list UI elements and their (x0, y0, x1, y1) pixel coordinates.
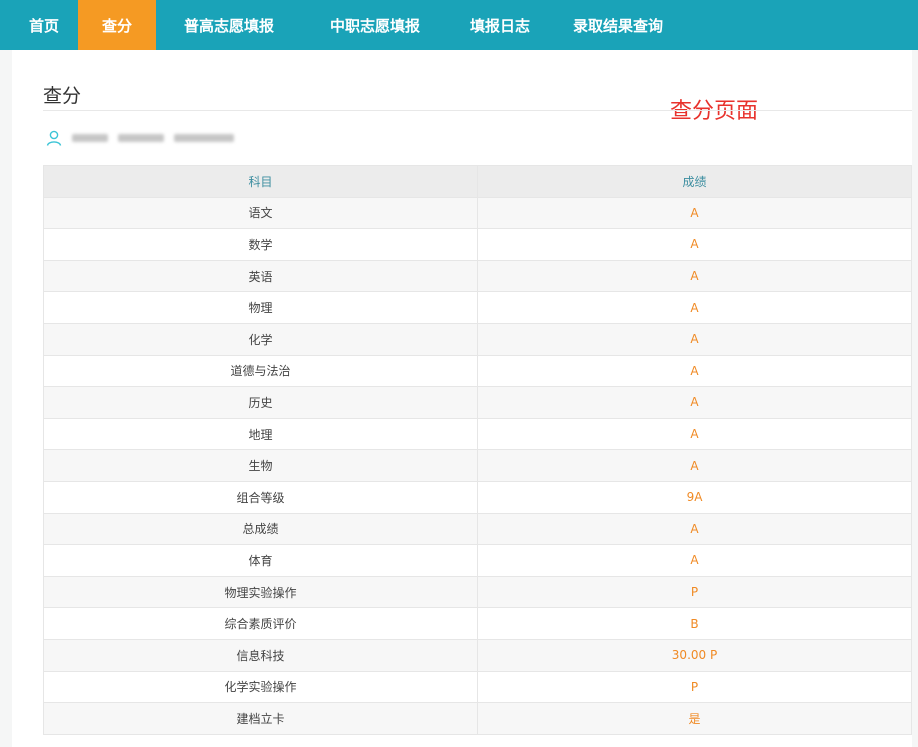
nav-item-home[interactable]: 首页 (10, 0, 78, 50)
score-cell: A (477, 259, 912, 293)
subject-cell: 语文 (43, 196, 478, 230)
table-row: 道德与法治 A (43, 354, 912, 388)
table-row: 历史 A (43, 386, 912, 419)
table-row: 化学 A (43, 322, 912, 356)
table-row: 信息科技 30.00 P (43, 638, 912, 672)
table-row: 物理 A (43, 291, 912, 324)
table-row: 物理实验操作 P (43, 575, 912, 609)
subject-cell: 化学 (43, 322, 478, 356)
subject-cell: 信息科技 (43, 638, 478, 672)
subject-cell: 道德与法治 (43, 354, 478, 388)
table-row: 地理 A (43, 417, 912, 451)
score-cell: A (477, 354, 912, 388)
subject-cell: 历史 (43, 386, 478, 419)
score-table: 科目 成绩 语文 A 数学 A 英语 A 物理 A 化学 A 道德与法治 A 历史 A 地理 A… (43, 165, 912, 735)
table-row: 英语 A (43, 259, 912, 293)
redacted-id (118, 134, 164, 142)
table-row: 数学 A (43, 228, 912, 261)
nav-item-admission-result-query[interactable]: 录取结果查询 (552, 0, 684, 50)
table-row: 组合等级 9A (43, 480, 912, 514)
score-cell: A (477, 386, 912, 419)
score-cell: A (477, 512, 912, 546)
subject-cell: 建档立卡 (43, 702, 478, 735)
score-cell: 30.00 P (477, 638, 912, 672)
subject-cell: 数学 (43, 228, 478, 261)
table-row: 总成绩 A (43, 512, 912, 546)
content-panel: 查分 查分页面 科目 成绩 语文 A 数学 A 英语 A 物理 A 化学 A 道… (12, 50, 912, 747)
page-title: 查分 (43, 85, 82, 107)
nav-item-application-log[interactable]: 填报日志 (448, 0, 552, 50)
top-nav: 首页 查分 普高志愿填报 中职志愿填报 填报日志 录取结果查询 (0, 0, 918, 50)
subject-cell: 组合等级 (43, 480, 478, 514)
subject-cell: 生物 (43, 449, 478, 482)
subject-cell: 物理实验操作 (43, 575, 478, 609)
score-cell: A (477, 417, 912, 451)
score-cell: A (477, 322, 912, 356)
table-row: 化学实验操作 P (43, 670, 912, 704)
table-row: 语文 A (43, 196, 912, 230)
redacted-name (72, 134, 108, 142)
page-background: 查分 查分页面 科目 成绩 语文 A 数学 A 英语 A 物理 A 化学 A 道… (0, 50, 918, 747)
table-row: 综合素质评价 B (43, 607, 912, 640)
subject-cell: 总成绩 (43, 512, 478, 546)
subject-cell: 化学实验操作 (43, 670, 478, 704)
page-annotation: 查分页面 (670, 99, 759, 124)
redacted-school (174, 134, 234, 142)
subject-cell: 物理 (43, 291, 478, 324)
score-cell: A (477, 449, 912, 482)
score-cell: 是 (477, 702, 912, 735)
subject-cell: 地理 (43, 417, 478, 451)
score-cell: A (477, 544, 912, 577)
score-cell: A (477, 291, 912, 324)
score-cell: B (477, 607, 912, 640)
score-cell: A (477, 196, 912, 230)
score-cell: A (477, 228, 912, 261)
nav-item-general-high-school-application[interactable]: 普高志愿填报 (156, 0, 302, 50)
user-icon (46, 130, 62, 146)
subject-cell: 英语 (43, 259, 478, 293)
user-info (46, 129, 244, 147)
header-subject: 科目 (43, 165, 478, 198)
table-row: 生物 A (43, 449, 912, 482)
nav-item-vocational-application[interactable]: 中职志愿填报 (302, 0, 448, 50)
table-row: 建档立卡是 (43, 702, 912, 735)
title-divider (43, 110, 912, 111)
nav-item-score-query[interactable]: 查分 (78, 0, 156, 50)
subject-cell: 体育 (43, 544, 478, 577)
table-row: 体育 A (43, 544, 912, 577)
header-score: 成绩 (477, 165, 912, 198)
score-cell: P (477, 575, 912, 609)
table-header-row: 科目 成绩 (43, 165, 912, 198)
score-cell: P (477, 670, 912, 704)
score-cell: 9A (477, 480, 912, 514)
subject-cell: 综合素质评价 (43, 607, 478, 640)
